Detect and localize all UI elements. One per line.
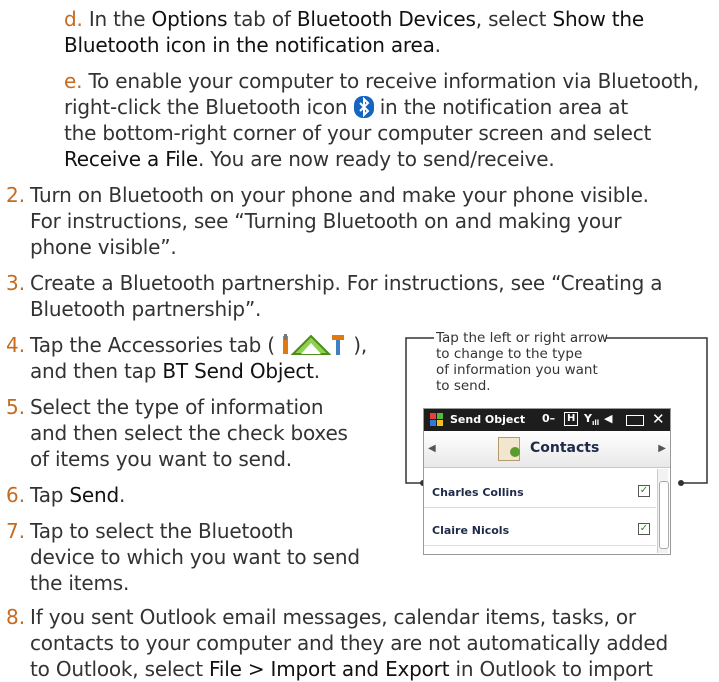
contacts-person-icon <box>510 447 520 457</box>
battery-icon <box>626 415 644 426</box>
step-3-line-1: Create a Bluetooth partnership. For inst… <box>30 271 663 295</box>
step-7-line-2: device to which you want to send <box>30 545 360 569</box>
step-5-line-2: and then select the check boxes <box>30 421 348 445</box>
step-7-line-1: Tap to select the Bluetooth <box>30 519 294 543</box>
step-7-line-3: the items. <box>30 571 130 595</box>
step-d-line-1: d. In the Options tab of Bluetooth Devic… <box>64 7 644 31</box>
step-2-line-3: phone visible”. <box>30 235 177 259</box>
contact-name: Claire Nicols <box>432 524 510 537</box>
show-bluetooth-icon-ref: Bluetooth icon in the notification area <box>64 33 435 57</box>
step-2-line-1: Turn on Bluetooth on your phone and make… <box>30 183 649 207</box>
windows-flag-icon <box>430 413 444 427</box>
step-7-number: 7. <box>6 519 26 543</box>
step-5-number: 5. <box>6 395 26 419</box>
file-import-export-ref: File > Import and Export <box>209 657 450 681</box>
step-2-number: 2. <box>6 183 26 207</box>
step-4-line-2: and then tap BT Send Object. <box>30 359 320 383</box>
phone-screenshot: Send Object 0– H Yıll ◀︎ ✕ ◀ Contacts ▶ … <box>423 408 671 555</box>
contacts-tab-bar: ◀ Contacts ▶ <box>424 431 670 468</box>
callout-line-1: Tap the left or right arrow <box>436 330 608 346</box>
contact-row[interactable]: Claire Nicols ✓ <box>424 515 656 546</box>
step-5-line-1: Select the type of information <box>30 395 324 419</box>
phone-title-bar: Send Object 0– H Yıll ◀︎ ✕ <box>424 409 670 431</box>
step-4-number: 4. <box>6 333 26 357</box>
tab-label: Contacts <box>530 440 600 456</box>
bt-send-object-ref: BT Send Object <box>162 359 314 383</box>
step-d-line-2: Bluetooth icon in the notification area. <box>64 33 441 57</box>
signal-icon: Yıll <box>584 412 600 428</box>
send-ref: Send <box>69 483 119 507</box>
step-5-line-3: of items you want to send. <box>30 447 292 471</box>
step-e-marker: e. <box>64 69 83 93</box>
step-2-line-2: For instructions, see “Turning Bluetooth… <box>30 209 622 233</box>
step-e-line-1: e. To enable your computer to receive in… <box>64 69 700 93</box>
checkbox-checked-icon[interactable]: ✓ <box>638 523 650 535</box>
hsdpa-icon: H <box>564 412 579 426</box>
step-8-line-2: contacts to your computer and they are n… <box>30 631 668 655</box>
scrollbar[interactable] <box>657 469 669 553</box>
callout-line-3: of information you want <box>436 362 598 378</box>
step-e-line-4: Receive a File. You are now ready to sen… <box>64 147 555 171</box>
step-e-line-2: right-click the Bluetooth icon in the no… <box>64 95 628 119</box>
contact-row[interactable]: Charles Collins ✓ <box>424 477 656 508</box>
checkbox-checked-icon[interactable]: ✓ <box>638 485 650 497</box>
callout-line-2: to change to the type <box>436 346 583 362</box>
receive-a-file-ref: Receive a File <box>64 147 198 171</box>
left-arrow-icon[interactable]: ◀ <box>428 443 436 454</box>
step-8-number: 8. <box>6 605 26 629</box>
right-arrow-icon[interactable]: ▶ <box>658 443 666 454</box>
step-3-line-2: Bluetooth partnership”. <box>30 297 262 321</box>
volume-icon: ◀︎ <box>604 412 613 425</box>
close-icon[interactable]: ✕ <box>652 410 665 428</box>
step-6-line-1: Tap Send. <box>30 483 126 507</box>
key-icon: 0– <box>542 412 556 425</box>
step-8-line-1: If you sent Outlook email messages, cale… <box>30 605 636 629</box>
step-3-number: 3. <box>6 271 26 295</box>
scrollbar-thumb[interactable] <box>659 481 669 549</box>
bluetooth-devices-ref: Bluetooth Devices <box>296 7 476 31</box>
phone-title: Send Object <box>450 413 526 426</box>
step-d-marker: d. <box>64 7 83 31</box>
options-tab-ref: Options <box>151 7 228 31</box>
step-e-line-3: the bottom-right corner of your computer… <box>64 121 652 145</box>
callout-line-4: to send. <box>436 378 491 394</box>
bluetooth-icon <box>353 96 374 118</box>
step-8-line-3: to Outlook, select File > Import and Exp… <box>30 657 653 681</box>
step-6-number: 6. <box>6 483 26 507</box>
contact-name: Charles Collins <box>432 486 524 499</box>
